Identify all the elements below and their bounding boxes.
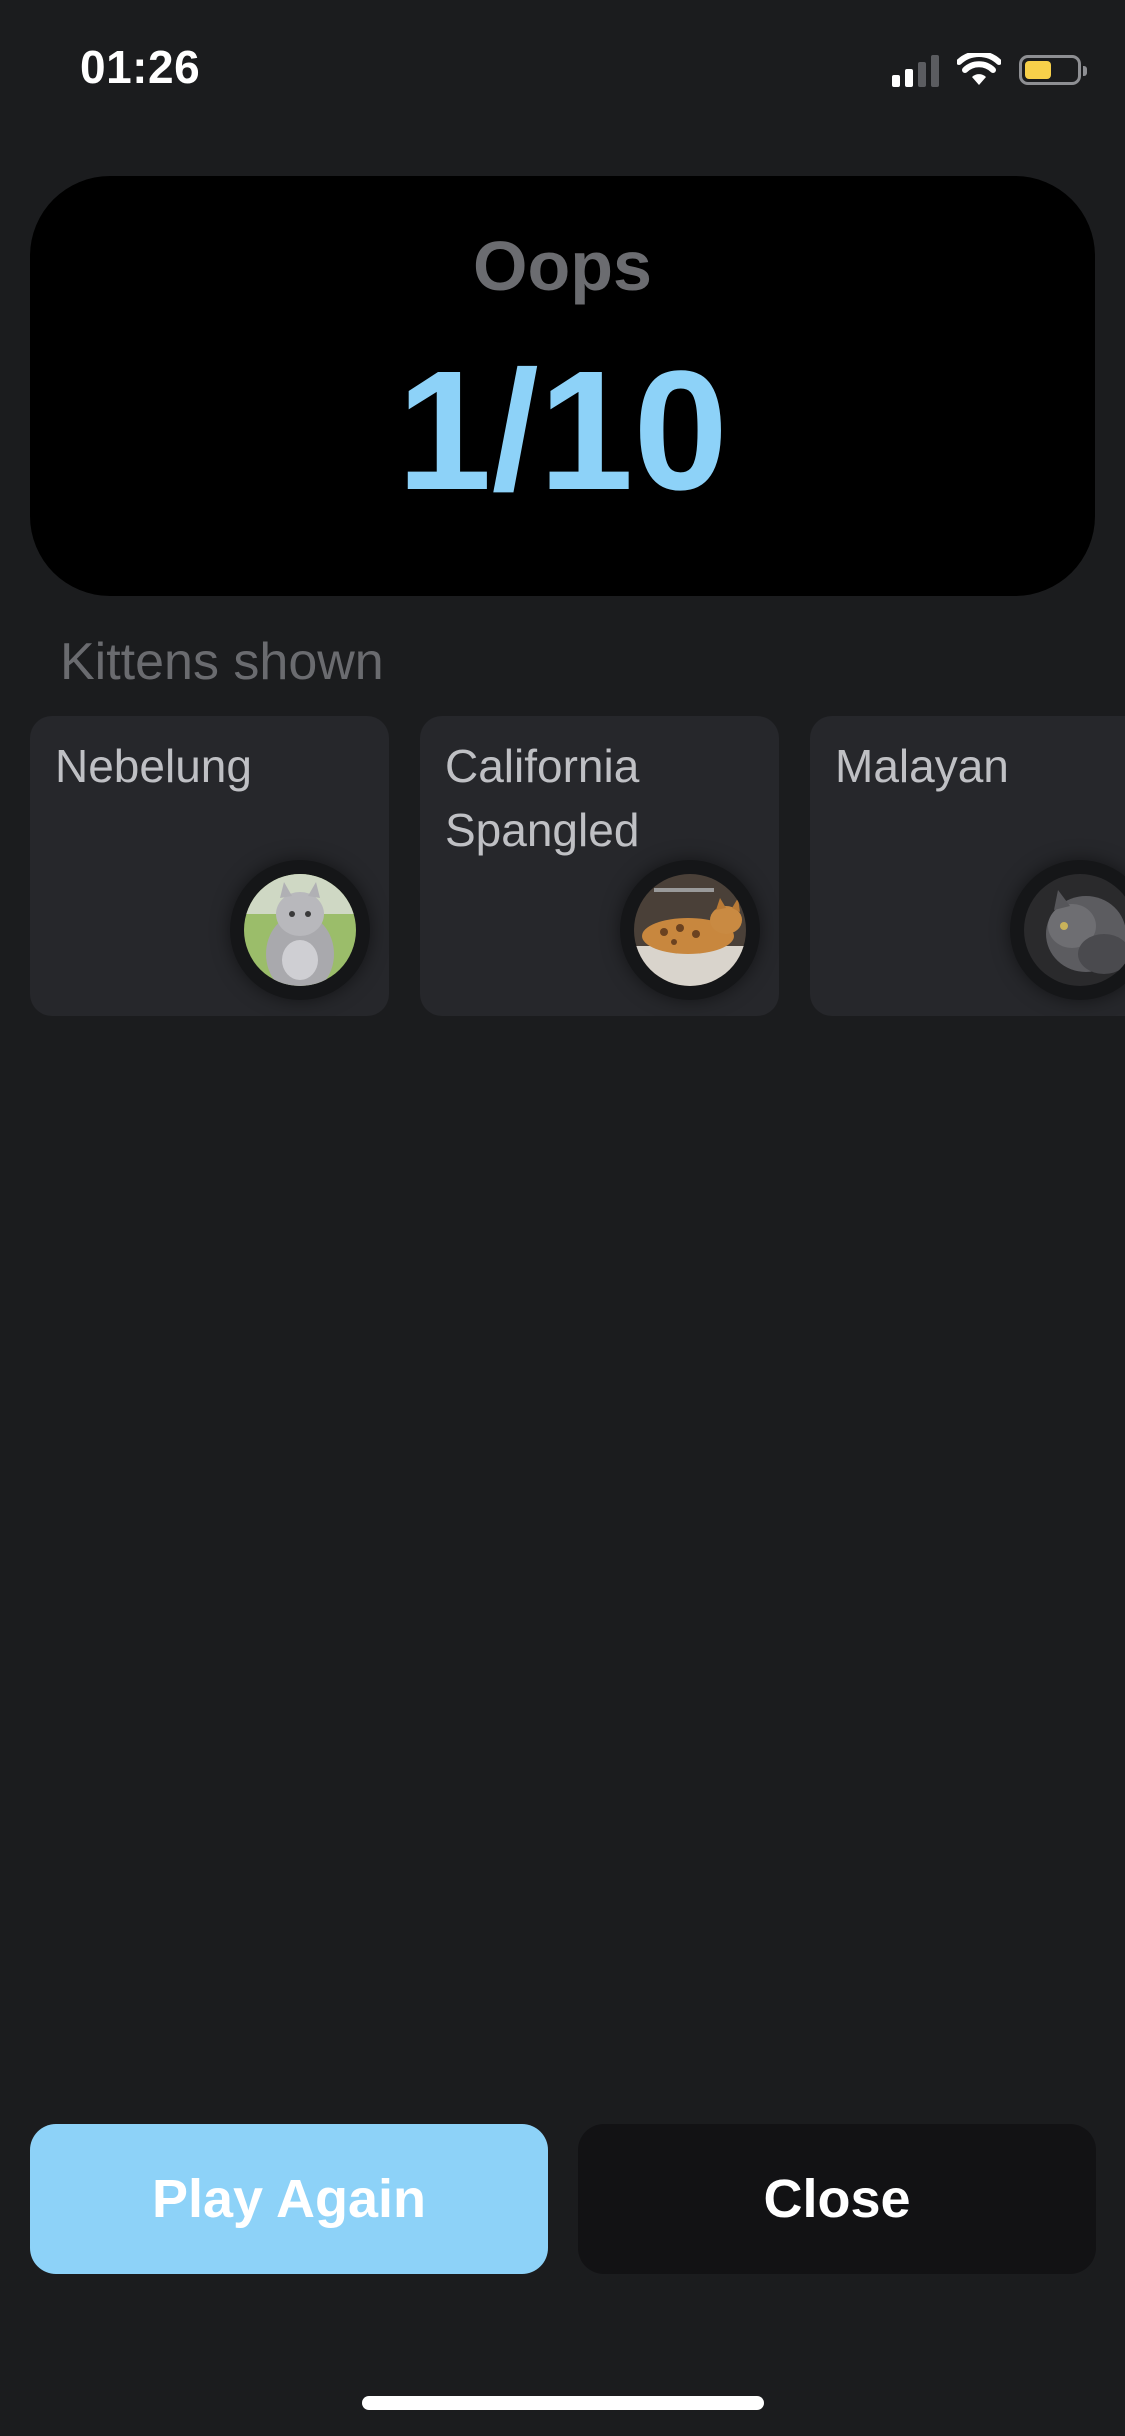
kitten-card-california-spangled[interactable]: California Spangled <box>420 716 779 1016</box>
kitten-photo-frame <box>1010 860 1125 1000</box>
kitten-card-nebelung[interactable]: Nebelung <box>30 716 389 1016</box>
result-title: Oops <box>473 227 652 305</box>
status-time: 01:26 <box>80 41 201 93</box>
close-button[interactable]: Close <box>578 2124 1096 2274</box>
status-icons <box>892 50 1087 90</box>
cellular-signal-icon <box>892 53 939 87</box>
kitten-name: Nebelung <box>55 740 252 792</box>
kitten-photo-frame <box>620 860 760 1000</box>
play-again-button[interactable]: Play Again <box>30 2124 548 2274</box>
gray-longhair-cat-photo <box>244 874 356 986</box>
kitten-name: California Spangled <box>445 740 640 856</box>
kittens-shown-label: Kittens shown <box>60 633 384 691</box>
kitten-photo-frame <box>230 860 370 1000</box>
quiz-result-screen: 01:26 Oops 1/10 Kittens shown Nebelung C… <box>0 0 1125 2436</box>
battery-icon <box>1019 55 1087 85</box>
kitten-card-malayan[interactable]: Malayan <box>810 716 1125 1016</box>
battery-level <box>1025 61 1051 79</box>
kittens-carousel[interactable]: Nebelung California Spangled Malayan <box>30 716 1125 1016</box>
dark-gray-cat-photo <box>1024 874 1125 986</box>
wifi-icon <box>957 53 1001 85</box>
kitten-name: Malayan <box>835 740 1009 792</box>
score-value: 1/10 <box>397 336 728 526</box>
spotted-tabby-cat-photo <box>634 874 746 986</box>
home-indicator[interactable] <box>362 2396 764 2410</box>
score-card: Oops 1/10 <box>30 176 1095 596</box>
